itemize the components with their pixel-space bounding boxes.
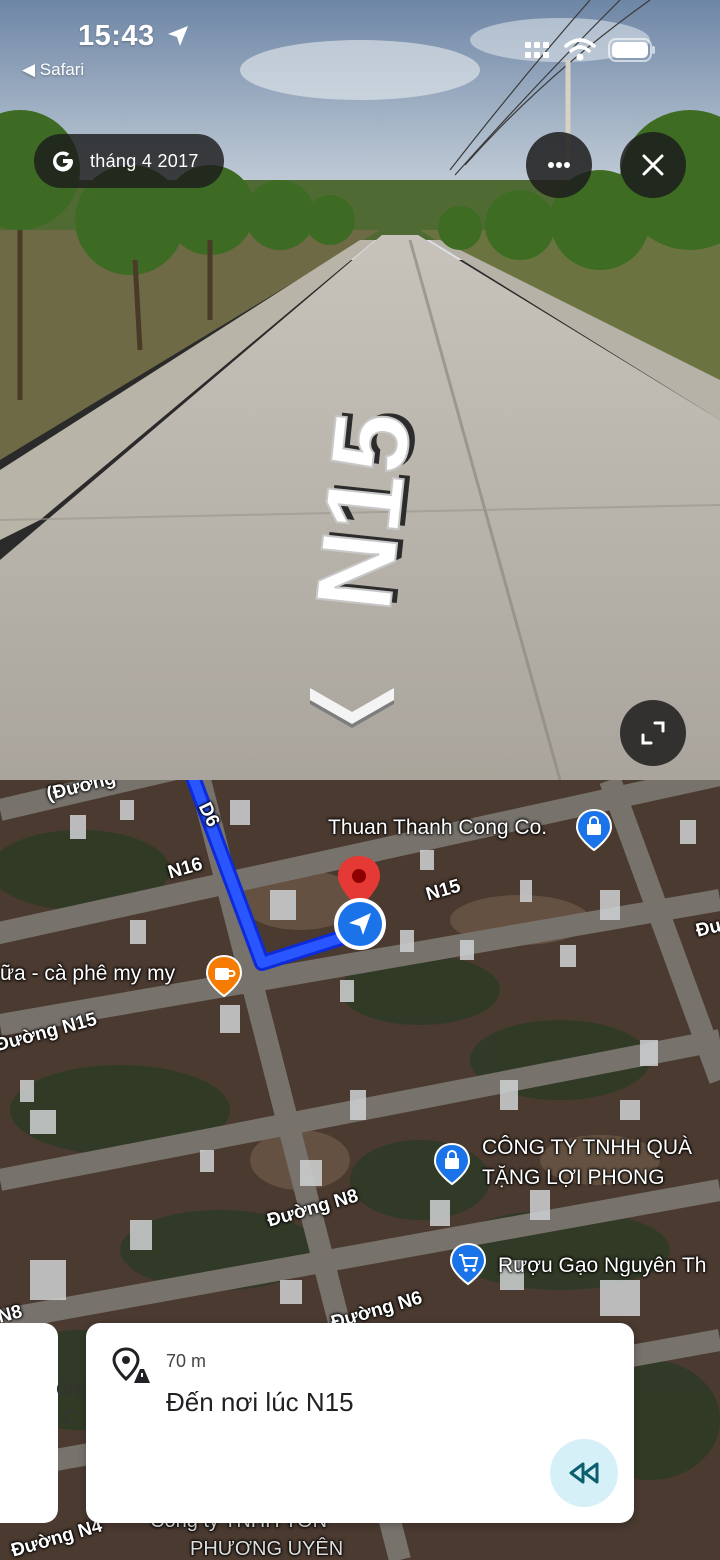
- more-horizontal-icon: [548, 162, 570, 168]
- close-button[interactable]: [620, 132, 686, 198]
- status-time: 15:43: [78, 20, 155, 52]
- cellular-signal-icon: [525, 42, 549, 58]
- poi-label[interactable]: Rượu Gạo Nguyên Th: [498, 1254, 706, 1278]
- navigation-step-card[interactable]: 70 m Đến nơi lúc N15: [86, 1323, 634, 1523]
- close-icon: [642, 154, 664, 176]
- battery-icon: [608, 38, 655, 62]
- step-instruction: Đến nơi lúc N15: [166, 1387, 354, 1417]
- rewind-button[interactable]: [550, 1439, 618, 1507]
- back-to-safari-link[interactable]: ◀ Safari: [22, 60, 84, 80]
- more-options-button[interactable]: [526, 132, 592, 198]
- rewind-icon: [569, 1462, 599, 1484]
- current-location-icon[interactable]: [332, 896, 388, 952]
- street-view-image[interactable]: N15 N15: [0, 0, 720, 780]
- destination-marker-icon: [112, 1347, 150, 1383]
- location-arrow-icon: [168, 26, 188, 46]
- shopping-cart-icon[interactable]: [448, 1242, 488, 1286]
- expand-icon: [641, 721, 665, 745]
- capture-date: tháng 4 2017: [90, 150, 199, 171]
- poi-label[interactable]: Thuan Thanh Cong Co.: [328, 816, 547, 840]
- poi-label[interactable]: TẶNG LỢI PHONG: [482, 1166, 665, 1190]
- chevron-down-icon[interactable]: [306, 678, 398, 728]
- expand-button[interactable]: [620, 700, 686, 766]
- wifi-icon: [564, 38, 596, 61]
- step-distance: 70 m: [166, 1351, 207, 1371]
- cafe-icon[interactable]: [204, 954, 244, 998]
- google-logo-icon: [53, 151, 74, 172]
- poi-label[interactable]: ữa - cà phê my my: [0, 962, 175, 986]
- poi-label[interactable]: PHƯƠNG UYÊN: [190, 1538, 343, 1560]
- shopping-bag-icon[interactable]: [574, 808, 614, 852]
- capture-date-chip: tháng 4 2017: [34, 134, 224, 188]
- shopping-bag-icon[interactable]: [432, 1142, 472, 1186]
- road-label: N15: [292, 406, 433, 616]
- status-icons: [524, 38, 656, 62]
- poi-label[interactable]: CÔNG TY TNHH QUÀ: [482, 1136, 692, 1160]
- street-view-panel[interactable]: N15 N15 15:43 ◀ Safari tháng 4 2017: [0, 0, 720, 780]
- partial-label: C: [62, 1405, 78, 1430]
- previous-step-card[interactable]: ông C: [0, 1323, 93, 1523]
- status-bar: 15:43 ◀ Safari: [0, 0, 720, 90]
